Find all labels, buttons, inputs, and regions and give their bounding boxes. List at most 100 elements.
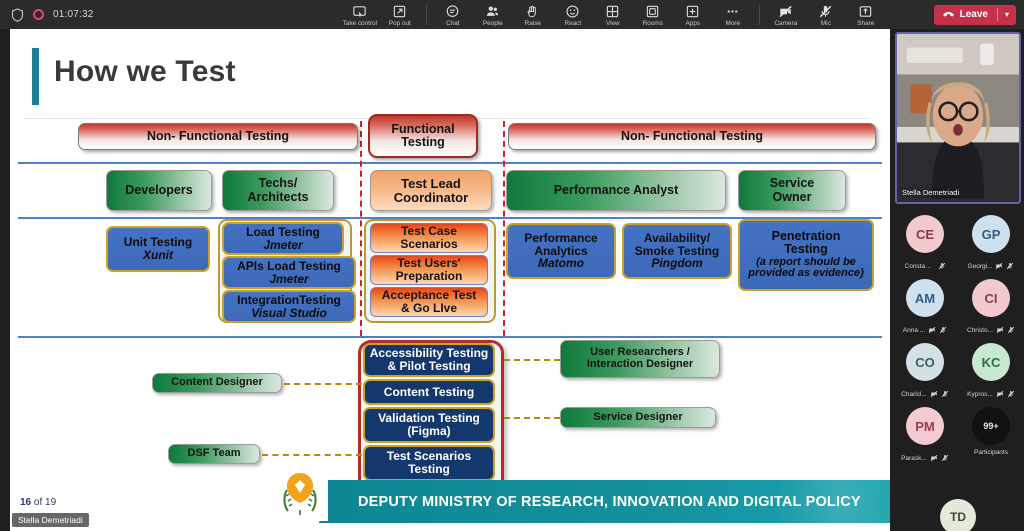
apps-button[interactable]: Apps — [673, 2, 713, 27]
activity-label: Validation Testing (Figma) — [378, 411, 480, 438]
mic-toggle-button[interactable]: Mic — [806, 2, 846, 27]
rooms-button[interactable]: Rooms — [633, 2, 673, 27]
share-button[interactable]: Share — [846, 2, 886, 27]
avatar: CI — [972, 279, 1010, 317]
banner-functional[interactable]: Functional Testing — [368, 114, 478, 158]
activity-integration-testing[interactable]: IntegrationTesting Visual Studio — [222, 290, 356, 323]
toolbar-left-group: 01:07:32 — [0, 7, 300, 22]
participants-overflow-tile[interactable]: 99+ Participants — [958, 403, 1024, 467]
activity-acceptance-test-go-live[interactable]: Acceptance Test & Go LIve — [370, 287, 488, 317]
presentation-slide: How we Test Non- Functional Testing Func… — [10, 29, 890, 531]
role-label: Developers — [125, 182, 193, 197]
activity-label: Test Scenarios Testing — [386, 449, 472, 476]
role-developers[interactable]: Developers — [106, 170, 212, 211]
avatar: PM — [906, 407, 944, 445]
activity-tool: Visual Studio — [251, 305, 327, 320]
chat-button[interactable]: Chat — [433, 2, 473, 27]
activity-load-testing[interactable]: Load Testing Jmeter — [222, 222, 344, 255]
activity-tool: Matomo — [538, 256, 584, 271]
participant-tile[interactable]: KC Kypros... — [958, 339, 1024, 403]
mic-off-icon — [1007, 321, 1015, 339]
functional-zone-right-border — [503, 121, 505, 336]
activity-penetration-testing[interactable]: Penetration Testing (a report should be … — [738, 219, 874, 291]
react-button[interactable]: React — [553, 2, 593, 27]
slide-counter: 16 of 19 — [16, 496, 61, 509]
chevron-down-icon[interactable]: ▾ — [998, 10, 1016, 19]
activity-apis-load-testing[interactable]: APIs Load Testing Jmeter — [222, 256, 356, 289]
activity-note: (a report should be provided as evidence… — [748, 255, 864, 280]
role-label: User Researchers / Interaction Designer — [586, 346, 694, 370]
connector-user-researchers — [504, 359, 560, 361]
banner-non-functional-right[interactable]: Non- Functional Testing — [508, 123, 876, 150]
more-button[interactable]: More — [713, 2, 753, 27]
pop-out-button[interactable]: Pop out — [380, 2, 420, 27]
banner-non-functional-left[interactable]: Non- Functional Testing — [78, 123, 358, 150]
mic-label: Mic — [820, 20, 831, 27]
activity-label: APIs Load Testing — [237, 258, 341, 273]
activity-unit-testing[interactable]: Unit Testing Xunit — [106, 226, 210, 272]
participant-tile[interactable]: PM Parask... — [892, 403, 958, 467]
camera-label: Camera — [774, 20, 798, 27]
activity-tool: Jmeter — [269, 271, 309, 286]
slide-counter-separator: of — [33, 497, 43, 508]
activity-test-scenarios-testing[interactable]: Test Scenarios Testing — [363, 445, 495, 481]
role-service-owner[interactable]: Service Owner — [738, 170, 846, 211]
view-label: View — [605, 20, 620, 27]
role-service-designer[interactable]: Service Designer — [560, 407, 716, 428]
role-user-researchers-interaction-designer[interactable]: User Researchers / Interaction Designer — [560, 340, 720, 378]
activity-availability-smoke-testing[interactable]: Availability/ Smoke Testing Pingdom — [622, 223, 732, 279]
participant-tile[interactable]: AM Anna ... — [892, 275, 958, 339]
participant-meta: Georgi... — [968, 257, 1015, 275]
participant-name: Constantin... — [904, 262, 935, 270]
apps-plus-icon — [685, 4, 700, 19]
role-performance-analyst[interactable]: Performance Analyst — [506, 170, 726, 211]
activity-validation-testing[interactable]: Validation Testing (Figma) — [363, 407, 495, 443]
participant-grid: CE Constantin... GP Georgi... AM Anna ... CI Ch… — [892, 211, 1024, 467]
camera-toggle-button[interactable]: Camera — [766, 2, 806, 27]
participant-tile[interactable]: CO Charicl... — [892, 339, 958, 403]
role-dsf-team[interactable]: DSF Team — [168, 444, 260, 464]
role-techs-architects[interactable]: Techs/ Architects — [222, 170, 334, 211]
activity-content-testing[interactable]: Content Testing — [363, 379, 495, 405]
view-button[interactable]: View — [593, 2, 633, 27]
activity-label: IntegrationTesting — [237, 292, 341, 307]
role-content-designer[interactable]: Content Designer — [152, 373, 282, 393]
leave-label: Leave — [959, 9, 988, 20]
banner-label: Non- Functional Testing — [620, 128, 764, 143]
participant-tile[interactable]: GP Georgi... — [958, 211, 1024, 275]
active-speaker-tile[interactable]: Stella Demetriadi — [895, 32, 1021, 204]
overflow-label: Participants — [974, 449, 1008, 456]
camera-off-icon — [996, 321, 1004, 339]
activity-label: Test Users' Preparation — [395, 256, 463, 283]
avatar: TD — [940, 499, 976, 531]
leave-button-group[interactable]: Leave ▾ — [933, 4, 1016, 25]
connector-dsf-team — [262, 454, 362, 456]
activity-performance-analytics[interactable]: Performance Analytics Matomo — [506, 223, 616, 279]
raise-hand-button[interactable]: Raise — [513, 2, 553, 27]
activity-tool: Jmeter — [263, 237, 303, 252]
toolbar-divider-2 — [758, 4, 760, 25]
leave-button[interactable]: Leave — [934, 5, 997, 25]
role-test-lead-coordinator[interactable]: Test Lead Coordinator — [370, 170, 492, 211]
people-icon — [485, 4, 500, 19]
role-label: Service Designer — [593, 410, 683, 423]
participant-tile[interactable]: CE Constantin... — [892, 211, 958, 275]
participant-tile[interactable]: CI Christo... — [958, 275, 1024, 339]
activity-test-case-scenarios[interactable]: Test Case Scenarios — [370, 223, 488, 253]
self-participant-tile[interactable]: TD — [892, 499, 1024, 531]
activity-accessibility-pilot-testing[interactable]: Accessibility Testing & Pilot Testing — [363, 343, 495, 377]
camera-off-icon — [930, 449, 938, 467]
participant-name: Charicl... — [901, 390, 927, 398]
shared-content-stage[interactable]: How we Test Non- Functional Testing Func… — [10, 29, 890, 531]
teams-meeting-window: 01:07:32 Take control Pop out Chat Peopl… — [0, 0, 1024, 531]
mic-off-icon — [941, 385, 949, 403]
people-button[interactable]: People — [473, 2, 513, 27]
take-control-button[interactable]: Take control — [340, 2, 380, 27]
camera-off-icon — [778, 4, 793, 19]
breakout-rooms-icon — [645, 4, 660, 19]
participant-name: Anna ... — [902, 326, 926, 334]
activity-test-users-preparation[interactable]: Test Users' Preparation — [370, 255, 488, 285]
role-label: Performance Analyst — [553, 182, 679, 197]
chat-label: Chat — [446, 20, 460, 27]
slide-title-area: How we Test — [24, 35, 870, 119]
